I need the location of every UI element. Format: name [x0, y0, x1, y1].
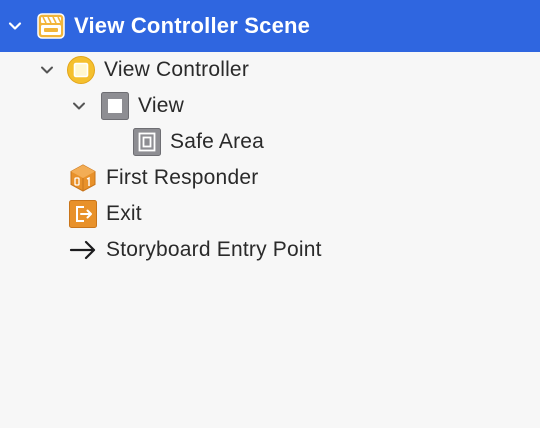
outline-item-label: Storyboard Entry Point: [106, 238, 322, 261]
first-responder-icon: [68, 163, 98, 193]
scene-label: View Controller Scene: [74, 13, 311, 38]
outline-row-exit[interactable]: Exit: [0, 196, 540, 232]
outline-item-label: Exit: [106, 202, 142, 225]
arrow-right-icon: [68, 235, 98, 265]
outline-item-label: View Controller: [104, 58, 250, 81]
outline-row-first-responder[interactable]: First Responder: [0, 160, 540, 196]
safe-area-icon: [132, 127, 162, 157]
view-controller-icon: [66, 55, 96, 85]
exit-icon: [68, 199, 98, 229]
document-outline: View Controller Scene View Controller Vi…: [0, 0, 540, 428]
outline-row-view-controller[interactable]: View Controller: [0, 52, 540, 88]
chevron-down-icon[interactable]: [4, 15, 26, 37]
outline-row-storyboard-entry-point[interactable]: Storyboard Entry Point: [0, 232, 540, 268]
outline-row-safe-area[interactable]: Safe Area: [0, 124, 540, 160]
chevron-down-icon[interactable]: [36, 59, 58, 81]
outline-item-label: First Responder: [106, 166, 259, 189]
chevron-down-icon[interactable]: [68, 95, 90, 117]
outline-row-scene[interactable]: View Controller Scene: [0, 0, 540, 52]
view-icon: [100, 91, 130, 121]
outline-item-label: Safe Area: [170, 130, 265, 153]
outline-item-label: View: [138, 94, 184, 117]
outline-row-view[interactable]: View: [0, 88, 540, 124]
scene-clapperboard-icon: [36, 11, 66, 41]
